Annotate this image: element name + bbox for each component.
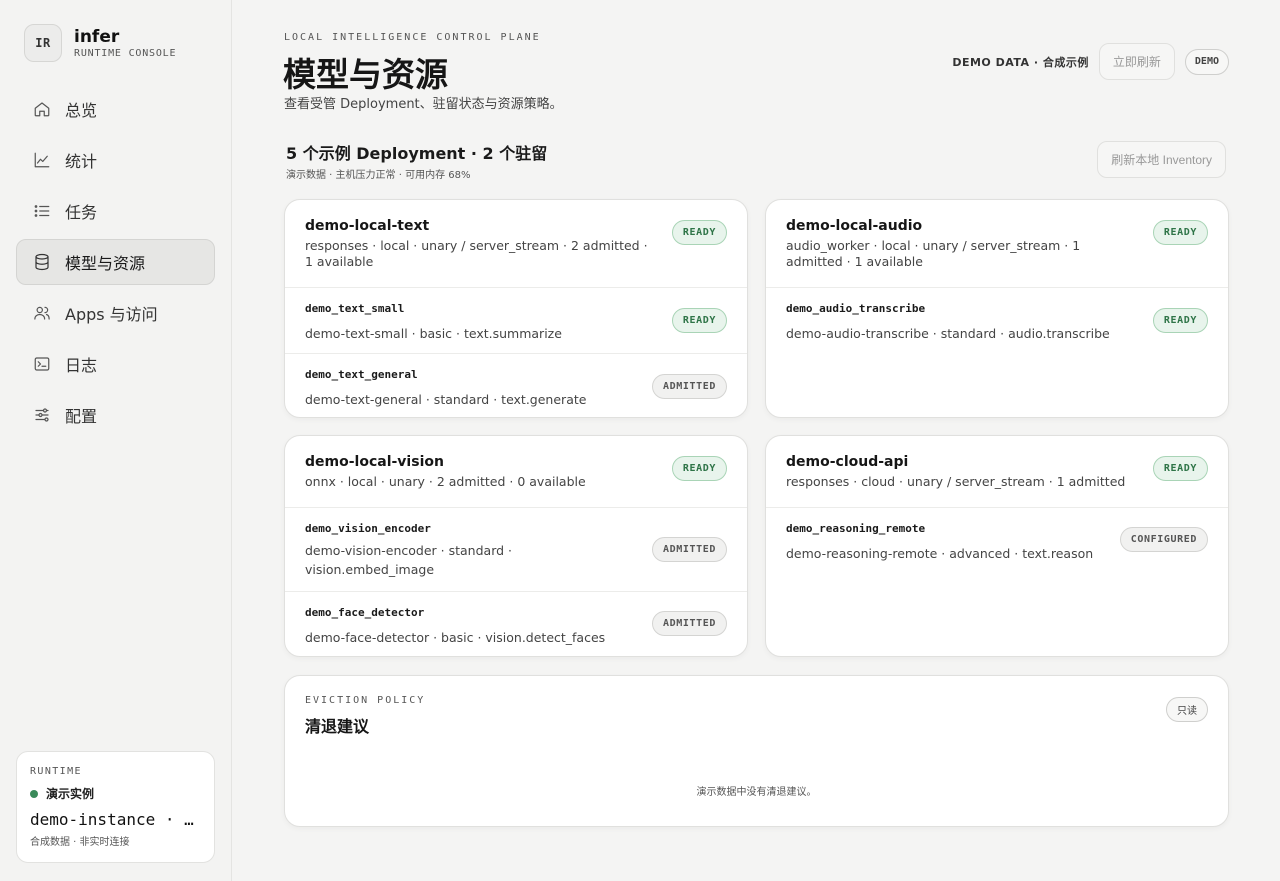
- runtime-status: 演示实例: [30, 785, 201, 802]
- status-badge: ADMITTED: [652, 373, 727, 399]
- deployment-title: demo-local-text: [305, 218, 430, 234]
- summary-title: 5 个示例 Deployment · 2 个驻留: [286, 144, 548, 163]
- sidebar-item-models[interactable]: 模型与资源: [16, 239, 215, 285]
- header-actions: DEMO DATA · 合成示例 立即刷新 DEMO: [952, 43, 1229, 80]
- brand-subtitle: RUNTIME CONSOLE: [74, 47, 177, 59]
- deployment-card[interactable]: demo-cloud-api responses · cloud · unary…: [765, 435, 1229, 657]
- sidebar-item-config[interactable]: 配置: [16, 392, 215, 438]
- deployment-card[interactable]: demo-local-audio audio_worker · local · …: [765, 199, 1229, 418]
- runtime-status-text: 演示实例: [46, 787, 95, 801]
- deployment-meta: responses · cloud · unary / server_strea…: [786, 474, 1126, 489]
- sliders-icon: [33, 406, 51, 424]
- runtime-label: RUNTIME: [30, 766, 82, 777]
- refresh-now-button[interactable]: 立即刷新: [1098, 43, 1175, 80]
- sidebar-item-label: 统计: [65, 152, 98, 171]
- page-subtitle: 查看受管 Deployment、驻留状态与资源策略。: [284, 97, 563, 112]
- model-id: demo_text_small: [305, 302, 405, 315]
- deployment-card[interactable]: demo-local-text responses · local · unar…: [284, 199, 748, 418]
- brand-name: infer: [74, 26, 120, 47]
- model-id: demo_audio_transcribe: [786, 302, 926, 315]
- model-meta: demo-text-small · basic · text.summarize: [305, 326, 562, 341]
- status-badge: READY: [671, 307, 727, 333]
- sidebar: IR infer RUNTIME CONSOLE 总览 统计 任务 模型与资源 …: [0, 0, 232, 881]
- model-row[interactable]: demo_text_general demo-text-general · st…: [285, 354, 747, 417]
- model-row[interactable]: demo_reasoning_remote demo-reasoning-rem…: [766, 508, 1228, 572]
- model-row[interactable]: demo_audio_transcribe demo-audio-transcr…: [766, 288, 1228, 354]
- eviction-empty-state: 演示数据中没有清退建议。: [696, 787, 817, 798]
- status-badge: ADMITTED: [652, 536, 727, 562]
- refresh-inventory-button[interactable]: 刷新本地 Inventory: [1097, 141, 1226, 178]
- deployment-title: demo-local-vision: [305, 454, 444, 470]
- model-row[interactable]: demo_vision_encoder demo-vision-encoder …: [285, 508, 747, 592]
- sidebar-item-label: 配置: [65, 407, 98, 426]
- list-icon: [33, 202, 51, 220]
- eviction-policy-card: EVICTION POLICY 清退建议 只读 演示数据中没有清退建议。: [284, 675, 1229, 827]
- deployment-card-header: demo-local-text responses · local · unar…: [285, 200, 747, 288]
- status-badge: READY: [1152, 220, 1208, 245]
- model-row[interactable]: demo_face_detector demo-face-detector · …: [285, 592, 747, 656]
- demo-data-label: DEMO DATA · 合成示例: [952, 55, 1089, 69]
- demo-badge: DEMO: [1184, 48, 1229, 75]
- runtime-card: RUNTIME 演示实例 demo-instance · … 合成数据 · 非实…: [16, 751, 215, 863]
- status-badge: READY: [1152, 308, 1208, 333]
- deployment-card-header: demo-local-vision onnx · local · unary ·…: [285, 436, 747, 508]
- model-meta: demo-audio-transcribe · standard · audio…: [786, 326, 1110, 341]
- brand-logo: IR: [24, 24, 62, 62]
- status-badge: READY: [671, 456, 727, 481]
- deployment-meta: onnx · local · unary · 2 admitted · 0 av…: [305, 474, 586, 489]
- status-badge: READY: [1152, 456, 1208, 481]
- page-eyebrow: LOCAL INTELLIGENCE CONTROL PLANE: [284, 32, 541, 43]
- line-chart-icon: [33, 151, 51, 169]
- runtime-note: 合成数据 · 非实时连接: [30, 837, 130, 848]
- sidebar-item-apps[interactable]: Apps 与访问: [16, 290, 215, 336]
- sidebar-item-label: Apps 与访问: [65, 305, 158, 324]
- status-badge: READY: [671, 220, 727, 245]
- deployment-meta: responses · local · unary / server_strea…: [305, 238, 648, 269]
- terminal-icon: [33, 355, 51, 373]
- deployment-card[interactable]: demo-local-vision onnx · local · unary ·…: [284, 435, 748, 657]
- deployment-card-header: demo-local-audio audio_worker · local · …: [766, 200, 1228, 288]
- status-dot-icon: [30, 789, 38, 798]
- deployment-meta: audio_worker · local · unary / server_st…: [786, 238, 1081, 269]
- sidebar-item-stats[interactable]: 统计: [16, 137, 215, 183]
- readonly-badge: 只读: [1166, 697, 1208, 722]
- home-icon: [33, 100, 51, 118]
- deployment-title: demo-local-audio: [786, 218, 923, 234]
- deployment-title: demo-cloud-api: [786, 454, 909, 470]
- deployment-card-header: demo-cloud-api responses · cloud · unary…: [766, 436, 1228, 508]
- sidebar-item-label: 模型与资源: [65, 254, 146, 273]
- sidebar-item-label: 日志: [65, 356, 98, 375]
- model-id: demo_vision_encoder: [305, 522, 431, 535]
- sidebar-item-overview[interactable]: 总览: [16, 86, 215, 132]
- eviction-eyebrow: EVICTION POLICY: [305, 695, 426, 706]
- sidebar-item-tasks[interactable]: 任务: [16, 188, 215, 234]
- status-badge: ADMITTED: [652, 611, 727, 636]
- model-row[interactable]: demo_text_small demo-text-small · basic …: [285, 288, 747, 354]
- sidebar-item-logs[interactable]: 日志: [16, 341, 215, 387]
- sidebar-nav: 总览 统计 任务 模型与资源 Apps 与访问 日志 配置: [16, 86, 215, 443]
- brand[interactable]: IR infer RUNTIME CONSOLE: [24, 24, 176, 62]
- status-badge: CONFIGURED: [1119, 527, 1208, 552]
- sidebar-item-label: 任务: [65, 203, 98, 222]
- database-icon: [33, 253, 51, 271]
- page-title: 模型与资源: [283, 55, 448, 94]
- users-icon: [33, 304, 51, 322]
- runtime-instance: demo-instance · …: [30, 810, 194, 829]
- summary-subtitle: 演示数据 · 主机压力正常 · 可用内存 68%: [286, 170, 471, 181]
- sidebar-item-label: 总览: [65, 101, 98, 120]
- eviction-title: 清退建议: [305, 717, 370, 736]
